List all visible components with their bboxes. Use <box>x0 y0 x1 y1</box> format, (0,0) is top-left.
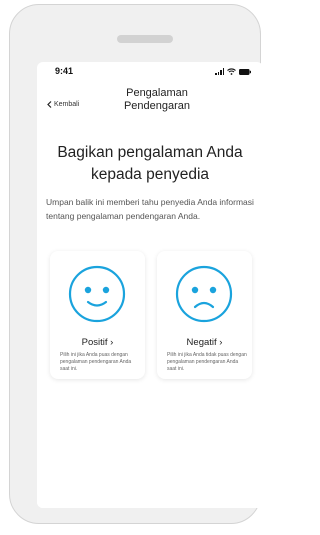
phone-speaker <box>117 35 173 43</box>
app-screen: 9:41 Kembali Pengalaman Pendengaran Bagi… <box>37 62 263 508</box>
chevron-left-icon <box>47 101 52 108</box>
main-description: Umpan balik ini memberi tahu penyedia An… <box>46 197 254 221</box>
negative-feedback-card[interactable]: Negatif › Pilih ini jika Anda tidak puas… <box>157 251 252 379</box>
phone-frame: 9:41 Kembali Pengalaman Pendengaran Bagi… <box>9 4 263 524</box>
signal-icon <box>215 68 224 75</box>
main-heading: Bagikan pengalaman Anda kepada penyedia <box>57 144 243 183</box>
page-title: Pengalaman Pendengaran <box>123 87 191 112</box>
negative-description: Pilih ini jika Anda tidak puas dengan pe… <box>167 352 247 372</box>
positive-label: Positif › <box>81 337 114 348</box>
sad-face-icon <box>175 265 233 323</box>
status-bar: 9:41 <box>37 62 263 84</box>
back-label: Kembali <box>54 101 80 108</box>
happy-face-icon <box>68 265 126 323</box>
status-icons <box>215 68 251 75</box>
back-button[interactable]: Kembali <box>47 101 79 108</box>
positive-feedback-card[interactable]: Positif › Pilih ini jika Anda puas denga… <box>50 251 145 379</box>
status-time: 9:41 <box>55 66 74 76</box>
negative-label: Negatif › <box>186 337 223 348</box>
wifi-icon <box>227 68 236 75</box>
positive-description: Pilih ini jika Anda puas dengan pengalam… <box>60 352 132 372</box>
screen-bottom <box>37 488 263 508</box>
battery-icon <box>239 68 251 75</box>
nav-bar: Kembali Pengalaman Pendengaran <box>37 84 263 114</box>
